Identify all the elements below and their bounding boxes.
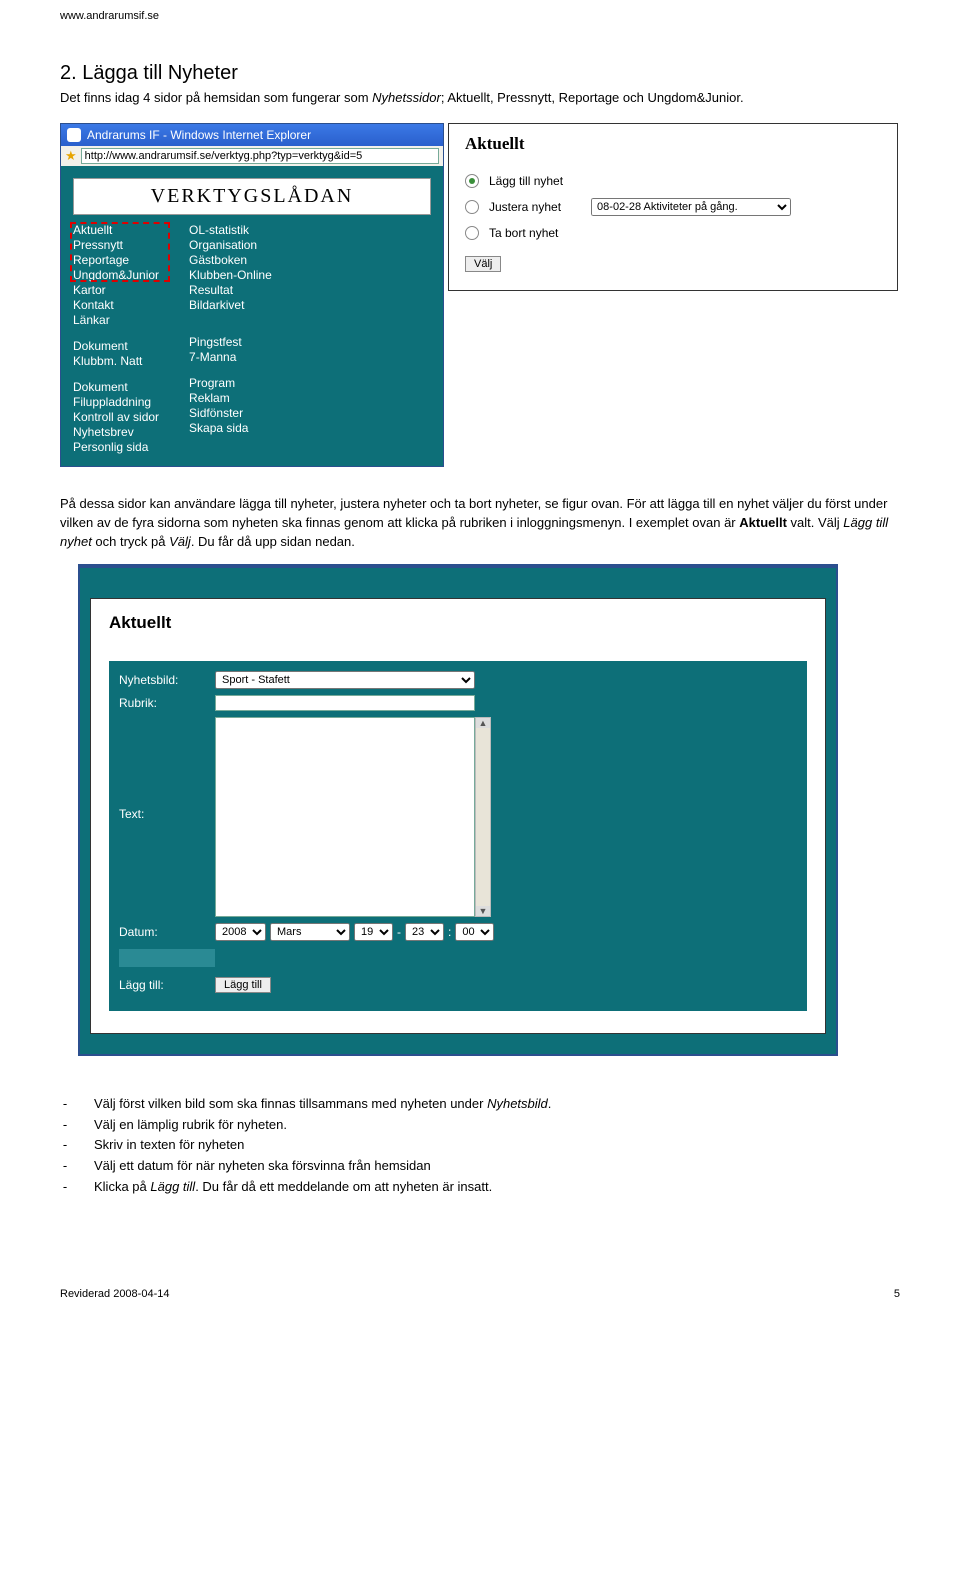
aktuellt-panel: Aktuellt Lägg till nyhet Justera nyhet 0…: [448, 123, 898, 291]
menu-link[interactable]: Nyhetsbrev: [73, 425, 159, 439]
ie-address-bar: ★: [61, 146, 443, 166]
menu-link[interactable]: Organisation: [189, 238, 272, 252]
scroll-up-icon[interactable]: ▲: [476, 718, 490, 728]
hour-select[interactable]: 23: [405, 923, 444, 941]
form-title: Aktuellt: [109, 613, 807, 633]
label-text: Text:: [119, 717, 215, 821]
intro-paragraph: Det finns idag 4 sidor på hemsidan som f…: [60, 89, 900, 107]
textarea-scrollbar[interactable]: ▲ ▼: [475, 717, 491, 917]
favorite-star-icon[interactable]: ★: [65, 148, 77, 164]
add-button[interactable]: Lägg till: [215, 977, 271, 993]
ie-titlebar: Andrarums IF - Windows Internet Explorer: [61, 124, 443, 146]
rubrik-input[interactable]: [215, 695, 475, 711]
menu-link[interactable]: OL-statistik: [189, 223, 272, 237]
menu-link[interactable]: Dokument: [73, 380, 159, 394]
radio-label: Justera nyhet: [489, 200, 561, 214]
label-rubrik: Rubrik:: [119, 696, 215, 710]
ie-window: Andrarums IF - Windows Internet Explorer…: [60, 123, 444, 467]
menu-link[interactable]: Klubbm. Natt: [73, 354, 159, 368]
menu-link[interactable]: Program: [189, 376, 272, 390]
text-area[interactable]: [215, 717, 475, 917]
obscured-row: [119, 949, 215, 967]
ie-logo-icon: [67, 128, 81, 142]
ie-title-text: Andrarums IF - Windows Internet Explorer: [87, 128, 311, 142]
radio-label: Lägg till nyhet: [489, 174, 563, 188]
label-nyhetsbild: Nyhetsbild:: [119, 673, 215, 687]
menu-link[interactable]: Dokument: [73, 339, 159, 353]
news-select[interactable]: 08-02-28 Aktiviteter på gång.: [591, 198, 791, 216]
select-button[interactable]: Välj: [465, 256, 501, 272]
page-header-url: www.andrarumsif.se: [60, 10, 900, 22]
menu-link[interactable]: Gästboken: [189, 253, 272, 267]
url-input[interactable]: [81, 148, 439, 164]
list-item: Välj ett datum för när nyheten ska försv…: [94, 1156, 431, 1177]
radio-adjust-news[interactable]: Justera nyhet 08-02-28 Aktiviteter på gå…: [465, 198, 881, 216]
radio-remove-news[interactable]: Ta bort nyhet: [465, 226, 881, 240]
panel-title: Aktuellt: [465, 134, 881, 154]
menu-link[interactable]: Resultat: [189, 283, 272, 297]
footer-revised: Reviderad 2008-04-14: [60, 1288, 169, 1300]
year-select[interactable]: 2008: [215, 923, 266, 941]
label-datum: Datum:: [119, 925, 215, 939]
radio-add-news[interactable]: Lägg till nyhet: [465, 174, 881, 188]
menu-link[interactable]: 7-Manna: [189, 350, 272, 364]
nyhetsbild-select[interactable]: Sport - Stafett: [215, 671, 475, 689]
menu-link[interactable]: Filuppladdning: [73, 395, 159, 409]
form-screenshot: Aktuellt Nyhetsbild: Sport - Stafett Rub…: [78, 564, 838, 1056]
highlight-box: [70, 222, 170, 282]
menu-link[interactable]: Kontroll av sidor: [73, 410, 159, 424]
month-select[interactable]: Mars: [270, 923, 350, 941]
menu-link[interactable]: Reklam: [189, 391, 272, 405]
section-heading: 2. Lägga till Nyheter: [60, 62, 900, 85]
menu-link[interactable]: Pingstfest: [189, 335, 272, 349]
label-laggtill: Lägg till:: [119, 978, 215, 992]
page-number: 5: [894, 1288, 900, 1300]
tools-column-right: OL-statistikOrganisationGästbokenKlubben…: [189, 223, 272, 454]
menu-link[interactable]: Bildarkivet: [189, 298, 272, 312]
list-item: Välj en lämplig rubrik för nyheten.: [94, 1115, 287, 1136]
menu-link[interactable]: Kontakt: [73, 298, 159, 312]
list-item: Klicka på Lägg till. Du får då ett medde…: [94, 1177, 492, 1198]
menu-link[interactable]: Klubben-Online: [189, 268, 272, 282]
bullet-list: -Välj först vilken bild som ska finnas t…: [60, 1094, 900, 1198]
list-item: Skriv in texten för nyheten: [94, 1135, 244, 1156]
day-select[interactable]: 19: [354, 923, 393, 941]
paragraph-2: På dessa sidor kan användare lägga till …: [60, 495, 900, 552]
radio-label: Ta bort nyhet: [489, 226, 558, 240]
menu-link[interactable]: Kartor: [73, 283, 159, 297]
toolbox-title: VERKTYGSLÅDAN: [73, 178, 431, 215]
menu-link[interactable]: Länkar: [73, 313, 159, 327]
list-item: Välj först vilken bild som ska finnas ti…: [94, 1094, 551, 1115]
min-select[interactable]: 00: [455, 923, 494, 941]
menu-link[interactable]: Skapa sida: [189, 421, 272, 435]
menu-link[interactable]: Sidfönster: [189, 406, 272, 420]
menu-link[interactable]: Personlig sida: [73, 440, 159, 454]
scroll-down-icon[interactable]: ▼: [476, 906, 490, 916]
